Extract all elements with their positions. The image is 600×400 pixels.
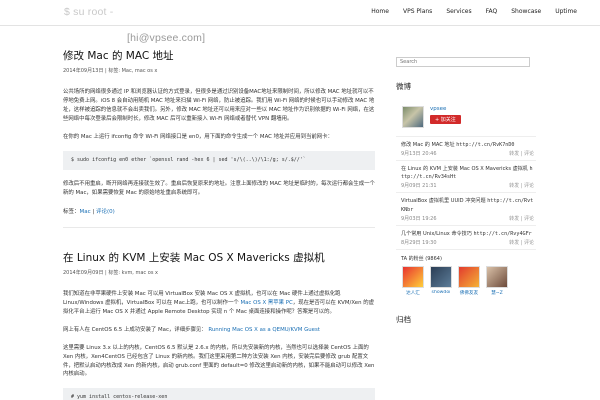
feed-item: 修改 Mac 的 MAC 地址 http://t.cn/RvK7nD0 9月13… [396,137,536,162]
feed-actions[interactable]: 转发 | 评论 [509,182,534,189]
post-paragraph: 这里需要 Linux 3.x 以上的内核，CentOS 6.5 默认是 2.6.… [63,344,375,378]
feed-meta: 9月03日 19:26 转发 | 评论 [401,215,534,222]
feed-text: 修改 Mac 的 MAC 地址 http://t.cn/RvK7nD0 [401,141,534,149]
feed-message: 在 Linux 的 KVM 上安装 Mac OS X Mavericks 虚拟机 [401,166,530,173]
feed-meta: 9月13日 20:46 转发 | 评论 [401,150,534,157]
feed-text: 几个常用 Unix/Linux 命令技巧 http://t.cn/Rvy4GFr [401,230,534,238]
feed-item: 在 Linux 的 KVM 上安装 Mac OS X Mavericks 虚拟机… [396,161,536,194]
fan-item[interactable]: 慧~Z [485,265,509,296]
feed-text: VirtualBox 虚拟机里 UUID 冲突问题 http://t.cn/Rv… [401,197,534,213]
feed-time: 9月09日 21:31 [401,183,437,190]
nav-faq[interactable]: FAQ [479,8,505,15]
code-block: $ sudo ifconfig en0 ether `openssl rand … [63,150,375,171]
fan-item[interactable]: 达人汇 [401,265,425,296]
avatar[interactable] [402,106,424,128]
fan-name[interactable]: showdoi [429,290,453,295]
fan-item[interactable]: showdoi [429,265,453,296]
nav-home[interactable]: Home [364,8,396,15]
post-title[interactable]: 修改 Mac 的 MAC 地址 [63,48,375,63]
widget-title-weibo: 微博 [396,82,411,91]
site-logo[interactable]: [hi@vpsee.com] $ su root - [64,6,205,44]
feed-item: 几个常用 Unix/Linux 命令技巧 http://t.cn/Rvy4GFr… [396,226,536,250]
inline-link[interactable]: Mac OS X 黑苹果 PC [240,300,292,306]
post-tags: 标签：Mac | 评论(0) [63,209,115,216]
nav-showcase[interactable]: Showcase [504,8,548,15]
weibo-name[interactable]: vpsee [430,106,461,112]
tag-link-mac[interactable]: Mac [80,209,91,215]
weibo-feed: 修改 Mac 的 MAC 地址 http://t.cn/RvK7nD0 9月13… [396,136,536,250]
post-paragraph: 公共场所的网络很多通过 IP 和浏览器认证的方式登录，但很多是通过识别设备MAC… [63,89,375,122]
fans-label: TA 的粉丝 (9864) [401,255,442,262]
post-paragraph: 我们知道在非苹果硬件上安装 Mac 可以用 VirtualBox 安装 Mac … [63,290,375,317]
feed-url[interactable]: http://t.cn/Rvy4GFr [473,231,531,237]
fan-name[interactable]: 佛佛友友 [457,290,481,296]
feed-actions[interactable]: 转发 | 评论 [509,215,534,222]
tags-label: 标签： [63,209,80,216]
feed-time: 9月13日 20:46 [401,151,437,158]
feed-time: 8月29日 19:30 [401,239,437,246]
sidebar: 微博 vpsee + 加关注 修改 Mac 的 MAC 地址 http://t.… [396,26,536,400]
feed-meta: 8月29日 19:30 转发 | 评论 [401,239,534,246]
post-paragraph: 网上有人在 CentOS 6.5 上成功安装了 Mac，详细步骤见： Runni… [63,326,375,335]
code-block: # yum install centos-release-xen # yum u… [63,388,375,400]
post-paragraph: 在你的 Mac 上运行 ifconfig 命令 Wi-Fi 网络接口是 en0，… [63,133,333,140]
feed-message: 修改 Mac 的 MAC 地址 [401,142,457,148]
feed-message: 几个常用 Unix/Linux 命令技巧 [401,230,474,237]
fan-avatar[interactable] [402,265,424,288]
feed-actions[interactable]: 转发 | 评论 [509,150,534,157]
post-2: 在 Linux 的 KVM 上安装 Mac OS X Mavericks 虚拟机… [63,228,375,400]
follow-button[interactable]: + 加关注 [430,115,461,124]
nav-services[interactable]: Services [439,8,478,15]
feed-url[interactable]: http://t.cn/RvK7nD0 [456,142,514,148]
fan-name[interactable]: 达人汇 [401,290,425,296]
widget-title-archive: 归档 [396,314,411,324]
weibo-user: vpsee + 加关注 [430,106,461,124]
post-meta: 2014年09月13日 | 标签: Mac, mac os x [63,68,158,74]
top-nav: Home VPS Plans Services FAQ Showcase Upt… [364,8,584,15]
post-1: 修改 Mac 的 MAC 地址 2014年09月13日 | 标签: Mac, m… [63,26,375,229]
feed-item: VirtualBox 虚拟机里 UUID 冲突问题 http://t.cn/Rv… [396,193,536,226]
main-content: 修改 Mac 的 MAC 地址 2014年09月13日 | 标签: Mac, m… [63,26,375,400]
comments-link[interactable]: 评论(0) [96,209,115,215]
feed-meta: 9月09日 21:31 转发 | 评论 [401,182,534,189]
site-header: [hi@vpsee.com] $ su root - Home VPS Plans… [0,0,600,44]
fan-avatar[interactable] [458,265,480,288]
post-meta: 2014年09月09日 | 标签: kvm, mac os x [63,270,158,277]
fan-avatar[interactable] [486,265,508,288]
post-paragraph: 修改后不用重启，断开网络再连接就生效了。重启后恢复原来的地址。注意上面修改的 M… [63,181,375,197]
fan-avatar[interactable] [430,265,452,288]
feed-text: 在 Linux 的 KVM 上安装 Mac OS X Mavericks 虚拟机… [401,165,534,181]
feed-actions[interactable]: 转发 | 评论 [509,239,534,246]
nav-uptime[interactable]: Uptime [548,8,584,15]
para-text: 网上有人在 CentOS 6.5 上成功安装了 Mac，详细步骤见： [63,326,207,333]
search-input[interactable] [396,57,530,67]
fan-name[interactable]: 慧~Z [485,290,509,296]
feed-message: VirtualBox 虚拟机里 UUID 冲突问题 [401,198,488,205]
fans-list: 达人汇 showdoi 佛佛友友 慧~Z [401,265,536,296]
logo-suffix: $ su root - [64,6,114,18]
weibo-profile: vpsee + 加关注 [396,106,536,128]
post-title[interactable]: 在 Linux 的 KVM 上安装 Mac OS X Mavericks 虚拟机 [63,250,375,265]
feed-time: 9月03日 19:26 [401,215,437,222]
inline-link[interactable]: Running Mac OS X as a QEMU/KVM Guest [208,327,320,333]
fan-item[interactable]: 佛佛友友 [457,265,481,296]
nav-vps-plans[interactable]: VPS Plans [396,8,439,15]
